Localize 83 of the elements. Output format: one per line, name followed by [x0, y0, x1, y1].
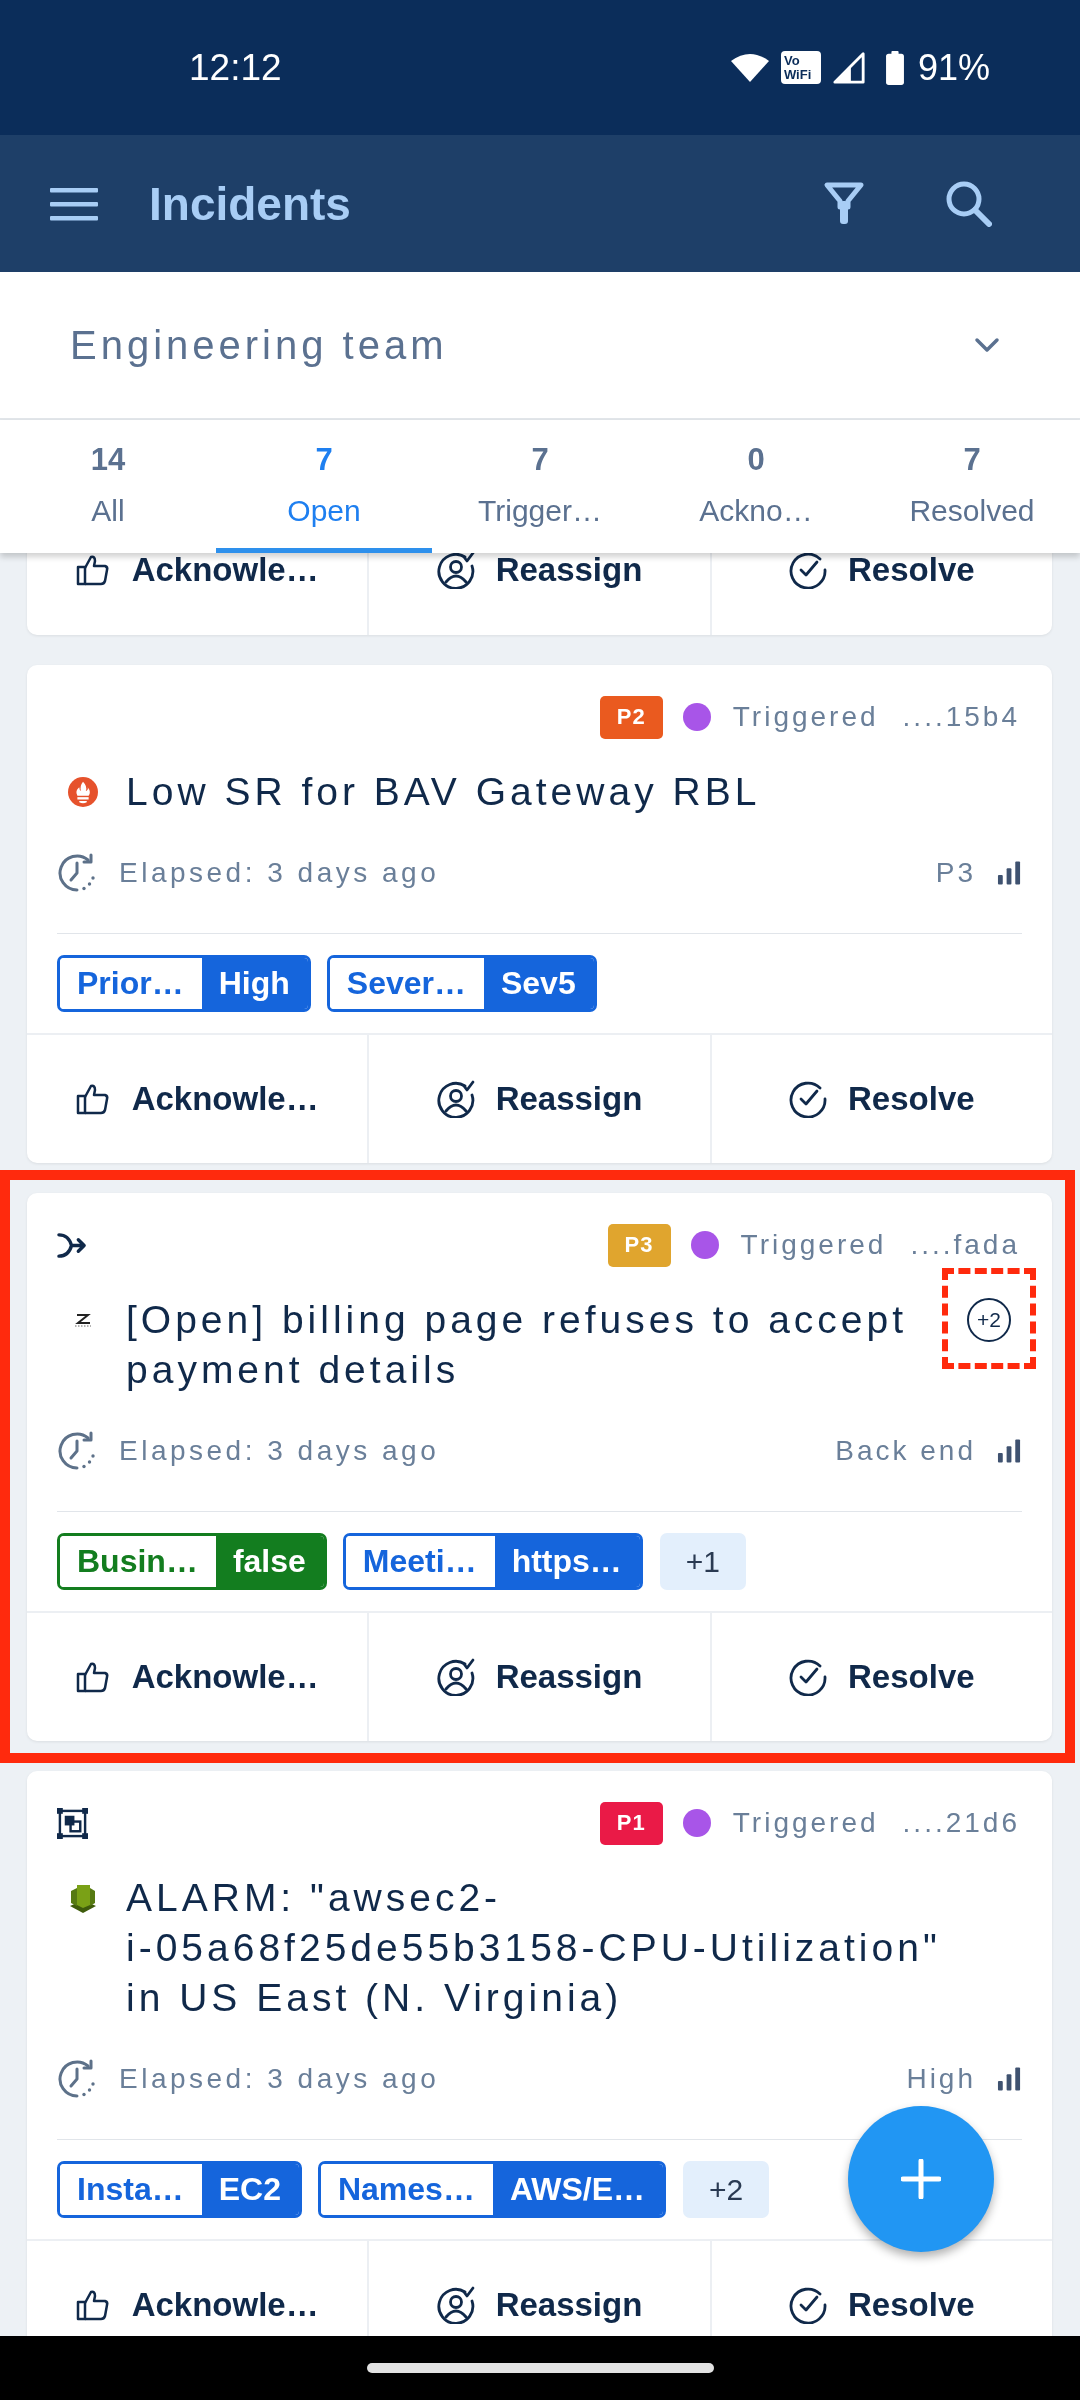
incident-card[interactable]: P1 Triggered ....21d6 ALARM: "awsec2- i-05a68f25de55b3158-CPU-Utilization" in US East (N. Virginia) Elapsed: 3 days ago High Insta… EC2 Names… AWS/E… +2 Acknowle… Reassign Resolve [27, 1771, 1052, 2336]
acknowledge-button[interactable]: Acknowle… [27, 1613, 368, 1741]
check-circle-icon [789, 1658, 828, 1696]
more-tags-chip[interactable]: +2 [683, 2161, 770, 2218]
meta-label: High [906, 2063, 976, 2095]
menu-icon [50, 186, 98, 221]
tab[interactable]: 0 Ackno… [648, 420, 864, 553]
elapsed-time: Elapsed: 3 days ago [119, 857, 440, 889]
incident-status: Triggered [740, 1228, 887, 1262]
battery-icon [884, 50, 905, 85]
tag: Insta… EC2 [57, 2161, 302, 2218]
thumbs-up-icon [75, 2289, 110, 2321]
tag: Meeti… https… [342, 1533, 643, 1590]
filter-icon [823, 181, 865, 226]
check-circle-icon [789, 2286, 828, 2324]
meta-label: P3 [935, 857, 976, 889]
page-title: Incidents [149, 176, 351, 232]
clock-time: 12:12 [189, 45, 282, 90]
check-circle-icon [789, 1080, 828, 1118]
person-check-icon [436, 2286, 475, 2324]
reassign-button[interactable]: Reassign [367, 1613, 710, 1741]
person-check-icon [436, 553, 475, 589]
priority-badge: P3 [607, 1223, 671, 1267]
incident-title: Low SR for BAV Gateway RBL [126, 769, 761, 815]
person-check-icon [436, 1658, 475, 1696]
tab[interactable]: 7 Trigger… [432, 420, 648, 553]
bar-chart-icon [997, 861, 1022, 885]
frame-icon [57, 1807, 88, 1839]
tab[interactable]: 7 Resolved [864, 420, 1080, 553]
search-icon [945, 180, 992, 227]
bar-chart-icon [997, 2067, 1022, 2091]
resolve-button[interactable]: Resolve [709, 553, 1052, 635]
stack-icon [68, 1882, 98, 1914]
zigzag-icon [73, 1313, 93, 1327]
reassign-button[interactable]: Reassign [367, 553, 710, 635]
tag: Names… AWS/E… [317, 2161, 666, 2218]
resolve-button[interactable]: Resolve [709, 1035, 1052, 1163]
incident-status: Triggered [732, 700, 879, 734]
priority-badge: P2 [599, 695, 663, 739]
thumbs-up-icon [75, 1083, 110, 1115]
check-circle-icon [789, 553, 828, 589]
incident-card[interactable]: P2 Triggered ....15b4 Low SR for BAV Gateway RBL Elapsed: 3 days ago P3 Prior… High Sever… Sev5 Acknowle… Reassign Resolve [27, 665, 1052, 1163]
tag: Sever… Sev5 [326, 955, 597, 1012]
count-badge[interactable]: +2 [967, 1298, 1011, 1342]
chevron-down-icon [974, 336, 1000, 354]
meta-label: Back end [835, 1435, 976, 1467]
thumbs-up-icon [75, 1661, 110, 1693]
elapsed-time: Elapsed: 3 days ago [119, 1435, 440, 1467]
priority-badge: P1 [599, 1801, 663, 1845]
flame-icon [68, 776, 98, 808]
signal-icon [831, 50, 866, 85]
incident-title: ALARM: "awsec2- i-05a68f25de55b3158-CPU-Utilization" in US East (N. Virginia) [126, 1875, 941, 2021]
acknowledge-button[interactable]: Acknowle… [27, 553, 368, 635]
battery-percent: 91% [917, 45, 990, 90]
resolve-button[interactable]: Resolve [709, 1613, 1052, 1741]
bar-chart-icon [997, 1439, 1022, 1463]
incident-status: Triggered [732, 1806, 879, 1840]
menu-button[interactable] [50, 186, 98, 221]
history-icon [57, 2059, 97, 2099]
acknowledge-button[interactable]: Acknowle… [27, 2241, 368, 2336]
thumbs-up-icon [75, 554, 110, 586]
search-button[interactable] [945, 180, 992, 227]
tag: Prior… High [57, 955, 311, 1012]
incident-card[interactable]: Acknowle… Reassign Resolve [27, 553, 1052, 635]
plus-icon [901, 2159, 941, 2199]
team-dropdown[interactable]: Engineering team [0, 272, 1080, 420]
reassign-button[interactable]: Reassign [367, 1035, 710, 1163]
filter-button[interactable] [823, 181, 865, 226]
history-icon [57, 1431, 97, 1471]
person-check-icon [436, 1080, 475, 1118]
tag: Busin… false [57, 1533, 327, 1590]
incident-id: ....fada [910, 1228, 1020, 1262]
history-icon [57, 853, 97, 893]
elapsed-time: Elapsed: 3 days ago [119, 2063, 440, 2095]
incident-card[interactable]: P3 Triggered ....fada [Open] billing page refuses to accept payment details +2 Elapsed: 3 days ago Back end Busin… false Meeti… https… +1 Acknowle… Reassign Resolve [27, 1193, 1052, 1741]
incident-id: ....21d6 [902, 1806, 1020, 1840]
tab[interactable]: 14 All [0, 420, 216, 553]
wifi-icon [729, 52, 770, 83]
acknowledge-button[interactable]: Acknowle… [27, 1035, 368, 1163]
incident-title: [Open] billing page refuses to accept payment details [126, 1297, 908, 1393]
vowifi-badge: Vo WiFi [780, 51, 821, 84]
incident-id: ....15b4 [902, 700, 1020, 734]
more-tags-chip[interactable]: +1 [659, 1533, 747, 1590]
